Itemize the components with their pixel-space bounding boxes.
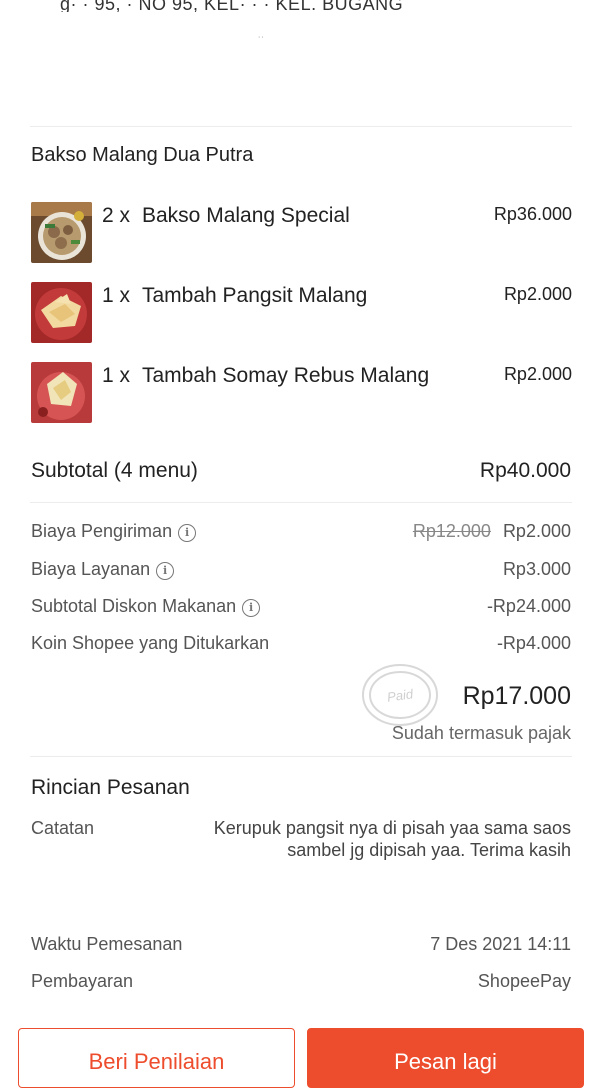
item-quantity: 1 x: [102, 364, 131, 387]
order-item: 1 x Tambah Pangsit Malang Rp2.000: [31, 282, 572, 344]
item-quantity: 2 x: [102, 204, 131, 227]
item-quantity: 1 x: [102, 284, 131, 307]
fee-value: Rp2.000: [502, 521, 571, 541]
item-thumbnail: [31, 362, 92, 423]
subtotal-label: Subtotal (4 menu): [31, 459, 198, 482]
item-thumbnail: [31, 202, 92, 263]
note-value: Kerupuk pangsit nya di pisah yaa sama sa…: [213, 818, 571, 860]
reorder-button-label: Pesan lagi: [394, 1049, 497, 1074]
info-icon[interactable]: i: [156, 562, 175, 580]
order-item: 1 x Tambah Somay Rebus Malang Rp2.000: [31, 362, 572, 424]
item-price: Rp36.000: [493, 204, 572, 224]
total-value: Rp17.000: [462, 682, 571, 710]
order-time-value: 7 Des 2021 14:11: [430, 934, 571, 954]
item-price: Rp2.000: [503, 284, 572, 304]
fee-label: Biaya Layanan: [31, 559, 151, 579]
fee-row-delivery: Biaya Pengiriman i Rp12.000 Rp2.000: [31, 521, 571, 545]
delivery-address: g· · 95, · NO 95, KEL· · · KEL. BUGANG: [60, 0, 404, 12]
divider: [30, 756, 572, 757]
item-price: Rp2.000: [503, 364, 572, 384]
order-item: 2 x Bakso Malang Special Rp36.000: [31, 202, 572, 264]
original-price: Rp12.000: [412, 521, 491, 541]
info-icon[interactable]: i: [178, 524, 197, 542]
item-thumbnail: [31, 282, 92, 343]
paid-stamp-icon: Paid: [360, 660, 440, 730]
fee-value: -Rp24.000: [486, 596, 571, 616]
payment-value: ShopeePay: [477, 971, 571, 991]
fee-value: Rp3.000: [502, 559, 571, 579]
merchant-name[interactable]: Bakso Malang Dua Putra: [31, 144, 253, 167]
item-name: Tambah Somay Rebus Malang: [142, 364, 430, 387]
item-name: Tambah Pangsit Malang: [142, 284, 368, 307]
stamp-text: Paid: [386, 686, 415, 705]
divider: [30, 502, 572, 503]
reorder-button[interactable]: Pesan lagi: [307, 1028, 584, 1088]
item-name: Bakso Malang Special: [142, 204, 350, 227]
note-label: Catatan: [31, 818, 95, 838]
rate-button-label: Beri Penilaian: [88, 1049, 225, 1074]
order-details-title: Rincian Pesanan: [31, 776, 190, 799]
fee-row-coins: Koin Shopee yang Ditukarkan -Rp4.000: [31, 633, 571, 657]
rate-button[interactable]: Beri Penilaian: [18, 1028, 295, 1088]
fee-label: Biaya Pengiriman: [31, 521, 173, 541]
fee-label: Subtotal Diskon Makanan: [31, 596, 237, 616]
fee-value: -Rp4.000: [496, 633, 571, 653]
subtotal-value: Rp40.000: [479, 459, 571, 482]
tax-note: Sudah termasuk pajak: [391, 723, 571, 743]
fee-row-service: Biaya Layanan i Rp3.000: [31, 559, 571, 583]
divider: [30, 126, 572, 127]
order-time-label: Waktu Pemesanan: [31, 934, 183, 954]
info-icon[interactable]: i: [242, 599, 261, 617]
fee-label: Koin Shopee yang Ditukarkan: [31, 633, 270, 653]
fee-row-discount: Subtotal Diskon Makanan i -Rp24.000: [31, 596, 571, 620]
decorative-mark: ˙˙: [258, 36, 265, 47]
payment-label: Pembayaran: [31, 971, 134, 991]
